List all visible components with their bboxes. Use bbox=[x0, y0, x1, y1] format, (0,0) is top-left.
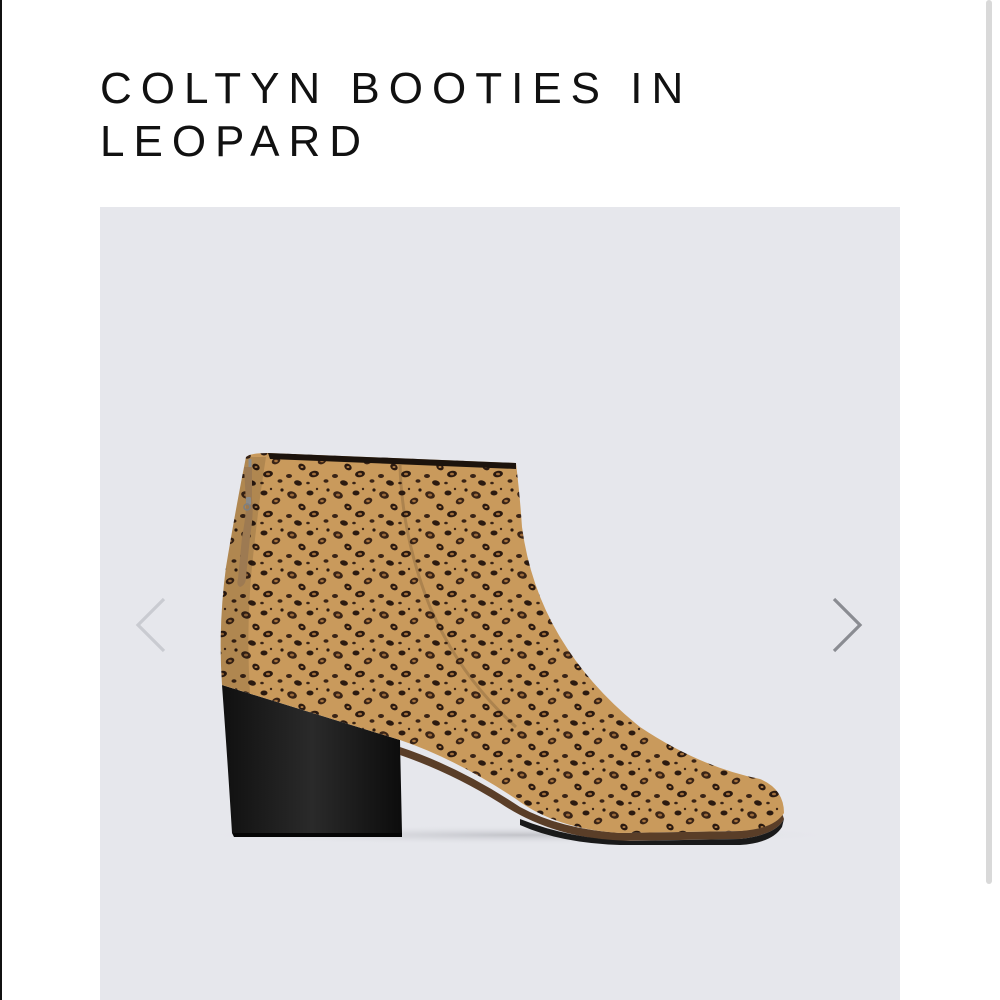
product-title: COLTYN BOOTIES IN LEOPARD bbox=[100, 64, 693, 166]
page-left-border bbox=[0, 0, 2, 1000]
next-image-button[interactable] bbox=[826, 595, 870, 655]
previous-image-button[interactable] bbox=[130, 595, 174, 655]
product-image-gallery[interactable] bbox=[100, 207, 900, 1000]
product-image bbox=[190, 453, 850, 845]
chevron-left-icon bbox=[135, 597, 166, 653]
chevron-right-icon bbox=[832, 597, 863, 653]
vertical-scrollbar[interactable] bbox=[986, 0, 992, 884]
